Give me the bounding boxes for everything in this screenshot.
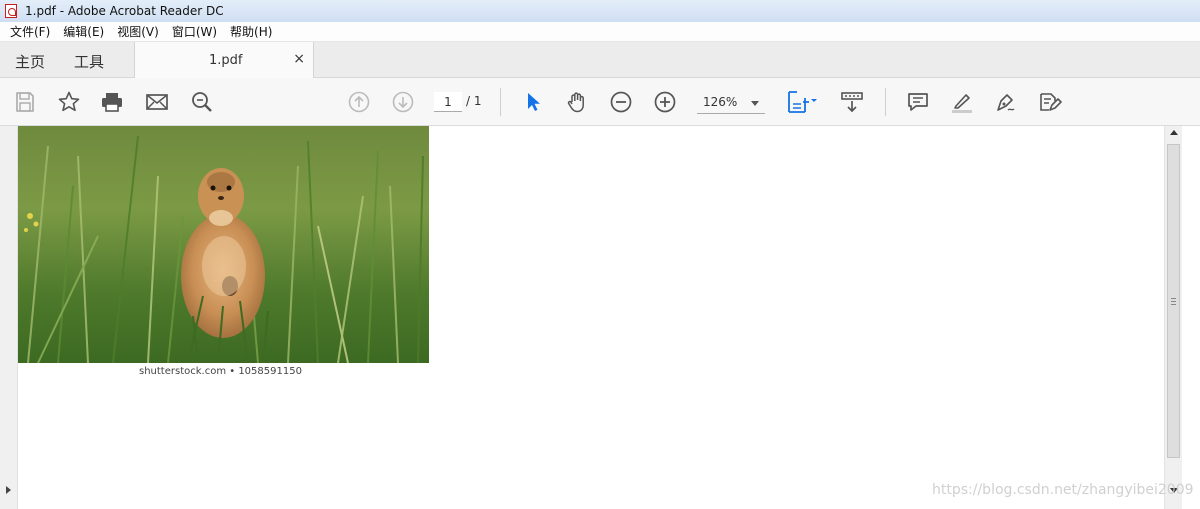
zoom-select[interactable]: 126% [697, 92, 765, 114]
image-caption: shutterstock.com • 1058591150 [139, 366, 302, 377]
hand-icon[interactable] [565, 90, 589, 114]
menu-window[interactable]: 窗口(W) [169, 23, 220, 40]
menu-file[interactable]: 文件(F) [7, 23, 53, 40]
toolbar-divider [500, 88, 501, 116]
grip-icon [1171, 298, 1176, 305]
tab-home[interactable]: 主页 [15, 51, 45, 72]
toolbar: 1 / 1 126% [0, 78, 1200, 126]
select-cursor-icon[interactable] [521, 90, 545, 114]
search-zoom-icon[interactable] [190, 90, 214, 114]
menu-bar: 文件(F) 编辑(E) 视图(V) 窗口(W) 帮助(H) [0, 22, 1200, 42]
page-down-icon[interactable] [391, 90, 415, 114]
bookmark-star-icon[interactable] [57, 90, 81, 114]
tab-bar: 主页 工具 1.pdf × [0, 42, 1200, 79]
comment-icon[interactable] [906, 90, 930, 114]
right-gutter [1182, 126, 1200, 509]
chevron-down-icon [751, 101, 759, 106]
document-tab-title: 1.pdf [209, 53, 243, 68]
tab-document[interactable]: 1.pdf × [134, 42, 314, 79]
document-image [18, 126, 429, 363]
sign-icon[interactable] [994, 90, 1018, 114]
chevron-right-icon[interactable] [6, 486, 11, 494]
title-bar: 1.pdf - Adobe Acrobat Reader DC [0, 0, 1200, 22]
window-title: 1.pdf - Adobe Acrobat Reader DC [25, 4, 224, 18]
scrollbar-thumb[interactable] [1167, 144, 1180, 458]
page-total: / 1 [466, 94, 482, 108]
vertical-scrollbar[interactable] [1164, 126, 1182, 509]
zoom-out-icon[interactable] [609, 90, 633, 114]
highlight-icon[interactable] [950, 90, 974, 114]
toolbar-divider-2 [885, 88, 886, 116]
menu-view[interactable]: 视图(V) [114, 23, 162, 40]
tab-tools[interactable]: 工具 [74, 51, 104, 72]
scroll-up-icon[interactable] [1170, 130, 1178, 135]
close-tab-button[interactable]: × [293, 51, 305, 67]
save-icon[interactable] [13, 90, 37, 114]
menu-edit[interactable]: 编辑(E) [60, 23, 107, 40]
email-icon[interactable] [145, 90, 169, 114]
left-panel-toggle[interactable] [0, 126, 18, 509]
scroll-mode-icon[interactable] [840, 90, 864, 114]
zoom-value: 126% [703, 95, 738, 109]
watermark: https://blog.csdn.net/zhangyibei2009 [932, 482, 1194, 498]
page-up-icon[interactable] [347, 90, 371, 114]
page-number-input[interactable]: 1 [434, 92, 462, 112]
print-icon[interactable] [100, 90, 124, 114]
fit-page-icon[interactable] [786, 90, 820, 114]
fill-sign-icon[interactable] [1038, 90, 1062, 114]
acrobat-icon [5, 4, 17, 18]
menu-help[interactable]: 帮助(H) [227, 23, 275, 40]
zoom-in-icon[interactable] [653, 90, 677, 114]
